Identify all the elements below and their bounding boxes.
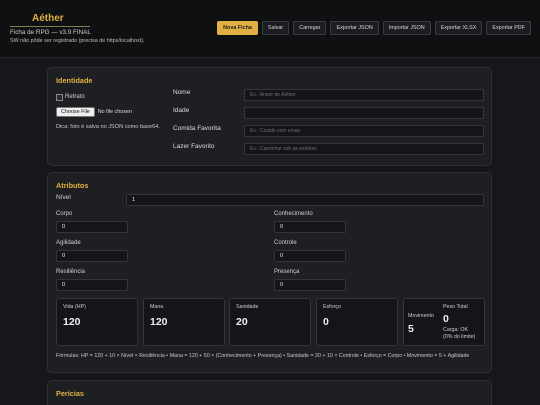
weight-label: Peso Total	[443, 304, 468, 310]
export-pdf-button[interactable]: Exportar PDF	[486, 21, 531, 35]
agility-input[interactable]: 0	[56, 250, 128, 262]
sanity-label: Sanidade	[236, 304, 259, 310]
agility-label: Agilidade	[56, 240, 81, 246]
mana-value: 120	[150, 316, 168, 328]
age-input[interactable]	[244, 107, 484, 119]
movement-label: Movimento	[408, 313, 434, 319]
presence-input[interactable]: 0	[274, 279, 346, 291]
export-xlsx-button[interactable]: Exportar XLSX	[434, 21, 483, 35]
age-label: Idade	[173, 107, 190, 114]
effort-value: 0	[323, 316, 329, 328]
name-input[interactable]: Ex.: Aranir de Aéther	[244, 89, 484, 101]
title-divider	[10, 26, 90, 27]
load-limit: (0% do limite)	[443, 334, 476, 340]
attributes-panel: Atributos Nível 1 Corpo 0 Conhecimento 0…	[47, 172, 492, 373]
resilience-label: Resiliência	[56, 269, 86, 275]
app-title: Aéther	[32, 13, 64, 24]
knowledge-label: Conhecimento	[274, 211, 313, 217]
knowledge-input[interactable]: 0	[274, 221, 346, 233]
app-subtitle: Ficha de RPG — v3.9 FINAL	[10, 29, 91, 36]
body-label: Corpo	[56, 211, 73, 217]
stat-card-sanity: Sanidade 20	[229, 298, 311, 346]
control-input[interactable]: 0	[274, 250, 346, 262]
effort-label: Esforço	[323, 304, 341, 310]
export-json-button[interactable]: Exportar JSON	[330, 21, 379, 35]
level-input[interactable]: 1	[126, 194, 484, 206]
movement-value: 5	[408, 323, 414, 335]
save-button[interactable]: Salvar	[261, 21, 290, 35]
sanity-value: 20	[236, 316, 248, 328]
load-status: Carga: OK	[443, 327, 469, 333]
hp-value: 120	[63, 316, 81, 328]
new-sheet-button[interactable]: Nova Ficha	[217, 21, 258, 35]
file-status: No file chosen	[97, 109, 132, 115]
toolbar: Nova Ficha Salvar Carregar Exportar JSON…	[217, 21, 531, 35]
identity-panel: Identidade Retrato Choose File No file c…	[47, 67, 492, 166]
choose-file-button[interactable]: Choose File	[56, 107, 95, 117]
portrait-alt-text: Retrato	[65, 94, 85, 100]
portrait-tip: Dica: foto é salva no JSON como base64.	[56, 124, 160, 130]
mana-label: Mana	[150, 304, 164, 310]
skills-title: Perícias	[56, 389, 84, 398]
favorite-leisure-label: Lazer Favorito	[173, 143, 215, 150]
attributes-title: Atributos	[56, 181, 89, 190]
load-button[interactable]: Carregar	[293, 21, 327, 35]
level-label: Nível	[56, 194, 71, 201]
stat-card-effort: Esforço 0	[316, 298, 398, 346]
weight-value: 0	[443, 313, 449, 325]
formulas-note: Fórmulas: HP = 120 + 10 × Nível × Resili…	[56, 353, 470, 359]
presence-label: Presença	[274, 269, 300, 275]
portrait-image: Retrato	[56, 90, 166, 104]
stat-card-mana: Mana 120	[143, 298, 225, 346]
hp-label: Vida (HP)	[63, 304, 86, 310]
body-input[interactable]: 0	[56, 221, 128, 233]
name-label: Nome	[173, 89, 191, 96]
favorite-leisure-input[interactable]: Ex.: Caminhar sob as estrelas	[244, 143, 484, 155]
skills-panel: Perícias	[47, 380, 492, 405]
stat-card-hp: Vida (HP) 120	[56, 298, 138, 346]
stat-card-movement-weight: Movimento 5 Peso Total 0 Carga: OK (0% d…	[403, 298, 485, 346]
brand: Aéther Ficha de RPG — v3.9 FINAL SW não …	[10, 13, 145, 44]
broken-image-icon	[56, 93, 63, 101]
import-json-button[interactable]: Importar JSON	[382, 21, 431, 35]
app-header: Aéther Ficha de RPG — v3.9 FINAL SW não …	[0, 0, 540, 58]
control-label: Controle	[274, 240, 297, 246]
resilience-input[interactable]: 0	[56, 279, 128, 291]
portrait-file-input: Choose File No file chosen	[56, 107, 132, 117]
service-worker-note: SW não pôde ser registrado (precisa de h…	[10, 38, 145, 44]
favorite-food-input[interactable]: Ex.: Cozido com ervas	[244, 125, 484, 137]
favorite-food-label: Comida Favorita	[173, 125, 221, 132]
identity-title: Identidade	[56, 76, 93, 85]
